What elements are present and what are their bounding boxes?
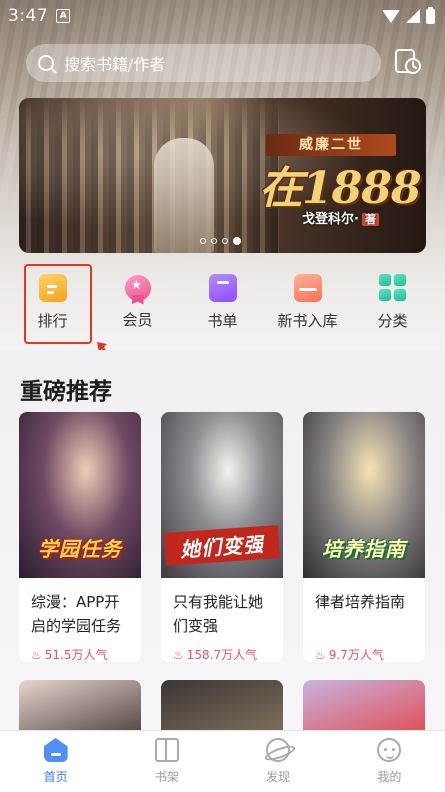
notification-icon: A — [56, 9, 71, 23]
banner-title: 在1888 — [259, 163, 421, 214]
banner-dot[interactable] — [222, 238, 228, 244]
category-grid-icon — [378, 273, 407, 302]
book-popularity: ♨ 9.7万人气 — [315, 648, 384, 662]
wifi-icon — [382, 9, 400, 23]
tab-label: 发现 — [266, 770, 291, 784]
book-title: 律者培养指南 — [315, 593, 406, 611]
cover-title: 她们变强 — [163, 525, 281, 566]
quick-nav-label: 分类 — [377, 311, 408, 330]
banner-dot[interactable] — [200, 238, 206, 244]
member-badge-icon — [124, 274, 151, 301]
quick-nav-label: 新书入库 — [277, 311, 338, 330]
flame-icon: ♨ — [173, 648, 184, 662]
tab-label: 首页 — [43, 770, 68, 784]
flame-icon: ♨ — [31, 648, 42, 662]
booklist-icon — [208, 273, 237, 302]
banner-figure — [154, 138, 214, 253]
book-card-next[interactable] — [161, 680, 283, 730]
signal-icon — [406, 9, 420, 23]
banner-pagination — [200, 237, 241, 245]
status-time: 3:47 — [8, 6, 49, 26]
banner-dot-active[interactable] — [233, 237, 241, 245]
book-card-next[interactable] — [303, 680, 425, 730]
quick-nav-member[interactable]: 会员 — [99, 262, 177, 342]
banner-author-name: 戈登科尔· — [302, 212, 359, 227]
tab-label: 书架 — [154, 770, 179, 784]
history-icon — [395, 49, 421, 74]
book-card-next[interactable] — [19, 680, 141, 730]
book-title: 综漫：APP开启的学园任务 — [31, 593, 122, 635]
tab-label: 我的 — [377, 770, 402, 784]
banner-dot[interactable] — [211, 238, 217, 244]
bottom-nav: 首页 书架 发现 我的 — [0, 730, 445, 792]
book-popularity: ♨ 51.5万人气 — [31, 648, 108, 662]
book-cover: 她们变强 — [161, 412, 283, 578]
book-popularity: ♨ 158.7万人气 — [173, 648, 258, 662]
search-input[interactable]: 搜索书籍/作者 — [26, 44, 381, 82]
tab-bookshelf[interactable]: 书架 — [127, 738, 207, 785]
book-cover: 学园任务 — [19, 412, 141, 578]
flame-icon: ♨ — [315, 648, 326, 662]
banner-artwork — [19, 98, 279, 253]
banner-author: 戈登科尔· 著 — [302, 208, 379, 227]
search-placeholder: 搜索书籍/作者 — [64, 55, 166, 74]
planet-icon — [266, 738, 291, 762]
status-bar: 3:47 A — [0, 0, 445, 32]
banner-author-badge: 著 — [361, 213, 379, 226]
book-card[interactable]: 培养指南 律者培养指南 ♨ 9.7万人气 — [303, 412, 425, 662]
quick-nav-label: 会员 — [122, 310, 153, 329]
tab-discover[interactable]: 发现 — [238, 738, 318, 785]
home-icon — [43, 738, 68, 762]
battery-icon — [426, 6, 435, 24]
book-cover: 培养指南 — [303, 412, 425, 578]
cover-title: 培养指南 — [322, 537, 406, 561]
quick-nav-booklist[interactable]: 书单 — [184, 262, 262, 342]
quick-nav-label: 书单 — [207, 311, 238, 330]
new-books-icon — [293, 273, 322, 302]
tab-mine[interactable]: 我的 — [349, 738, 429, 785]
quick-nav-new-books[interactable]: 新书入库 — [269, 262, 347, 342]
bookshelf-icon — [154, 738, 179, 762]
reading-history-button[interactable] — [393, 47, 423, 77]
cover-title: 学园任务 — [38, 537, 122, 561]
highlight-annotation-box — [24, 264, 92, 344]
book-card[interactable]: 她们变强 只有我能让她们变强 ♨ 158.7万人气 — [161, 412, 283, 662]
section-title: 重磅推荐 — [20, 379, 112, 405]
smiley-icon — [377, 738, 402, 762]
book-card[interactable]: 学园任务 综漫：APP开启的学园任务 ♨ 51.5万人气 — [19, 412, 141, 662]
quick-nav-category[interactable]: 分类 — [354, 262, 432, 342]
tab-home[interactable]: 首页 — [16, 738, 96, 785]
promo-banner[interactable]: 威廉二世 在1888 戈登科尔· 著 — [19, 98, 426, 253]
book-title: 只有我能让她们变强 — [173, 593, 264, 635]
search-icon — [38, 55, 54, 71]
